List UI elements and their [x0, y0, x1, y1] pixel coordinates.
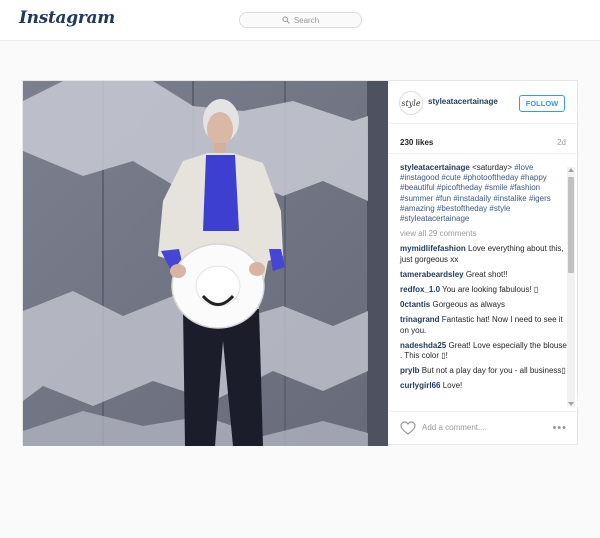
comment-username[interactable]: tamerabeardsley: [400, 270, 464, 279]
add-comment-input[interactable]: Add a comment...: [422, 423, 485, 432]
add-comment-row: Add a comment... •••: [388, 411, 579, 446]
follow-button[interactable]: FOLLOW: [519, 95, 565, 112]
post-photo[interactable]: [23, 81, 388, 446]
comment-username[interactable]: nadeshda25: [400, 341, 446, 350]
comment-item: trinagrand Fantastic hat! Now I need to …: [400, 315, 567, 335]
post-username[interactable]: styleatacertainage: [428, 97, 498, 106]
post-age[interactable]: 2d: [557, 138, 566, 147]
comment-text: You are looking fabulous! ▯: [442, 285, 539, 295]
comment-item: mymidlifefashion Love everything about t…: [400, 244, 567, 264]
comment-item: nadeshda25 Great! Love especially the bl…: [400, 341, 567, 361]
instagram-logo[interactable]: Instagram: [19, 8, 115, 28]
comment-item: redfox_1.0 You are looking fabulous! ▯: [400, 285, 567, 295]
search-placeholder: Search: [293, 15, 320, 25]
avatar-label: style: [401, 98, 421, 108]
comment-text: Great shot!!: [465, 269, 508, 279]
search-icon: [282, 16, 290, 24]
comment-username[interactable]: 0ctantis: [400, 300, 430, 309]
caption-text: <saturday>: [472, 163, 513, 172]
comment-item: tamerabeardsley Great shot!!: [400, 270, 567, 280]
likes-row: 230 likes 2d: [388, 124, 579, 154]
comment-text: Love!: [442, 381, 463, 391]
top-bar: Instagram Search: [0, 0, 600, 41]
post-sidebar: style styleatacertainage FOLLOW 230 like…: [388, 81, 579, 446]
post-caption: styleatacertainage <saturday> #love #ins…: [400, 163, 567, 224]
more-options-icon[interactable]: •••: [552, 422, 567, 434]
comment-text: But not a play day for you - all busines…: [421, 366, 566, 376]
heart-icon[interactable]: [400, 421, 416, 440]
scroll-down-arrow-icon[interactable]: [568, 402, 574, 406]
comment-item: 0ctantis Gorgeous as always: [400, 300, 567, 310]
scroll-up-arrow-icon[interactable]: [568, 168, 574, 172]
post-header: style styleatacertainage FOLLOW: [388, 81, 579, 124]
caption-username[interactable]: styleatacertainage: [400, 163, 470, 172]
avatar[interactable]: style: [399, 91, 423, 115]
post-card: style styleatacertainage FOLLOW 230 like…: [22, 80, 579, 446]
likes-count[interactable]: 230 likes: [400, 138, 433, 147]
comments-fade: [388, 395, 579, 407]
comments-list[interactable]: styleatacertainage <saturday> #love #ins…: [388, 154, 579, 407]
comment-username[interactable]: mymidlifefashion: [400, 244, 466, 253]
comment-username[interactable]: trinagrand: [400, 315, 440, 324]
caption-hashtags[interactable]: #love #instagood #cute #photooftheday #h…: [400, 163, 551, 223]
scrollbar-thumb[interactable]: [568, 177, 574, 273]
comment-username[interactable]: redfox_1.0: [400, 285, 440, 294]
view-all-comments-link[interactable]: view all 29 comments: [400, 229, 567, 239]
comment-username[interactable]: curlygirl66: [400, 381, 440, 390]
comment-item: prylb But not a play day for you - all b…: [400, 366, 567, 376]
comment-item: curlygirl66 Love!: [400, 381, 567, 391]
search-input[interactable]: Search: [239, 12, 362, 28]
comment-text: Gorgeous as always: [432, 300, 505, 310]
comments-scrollbar[interactable]: [567, 167, 575, 407]
comment-username[interactable]: prylb: [400, 366, 420, 375]
